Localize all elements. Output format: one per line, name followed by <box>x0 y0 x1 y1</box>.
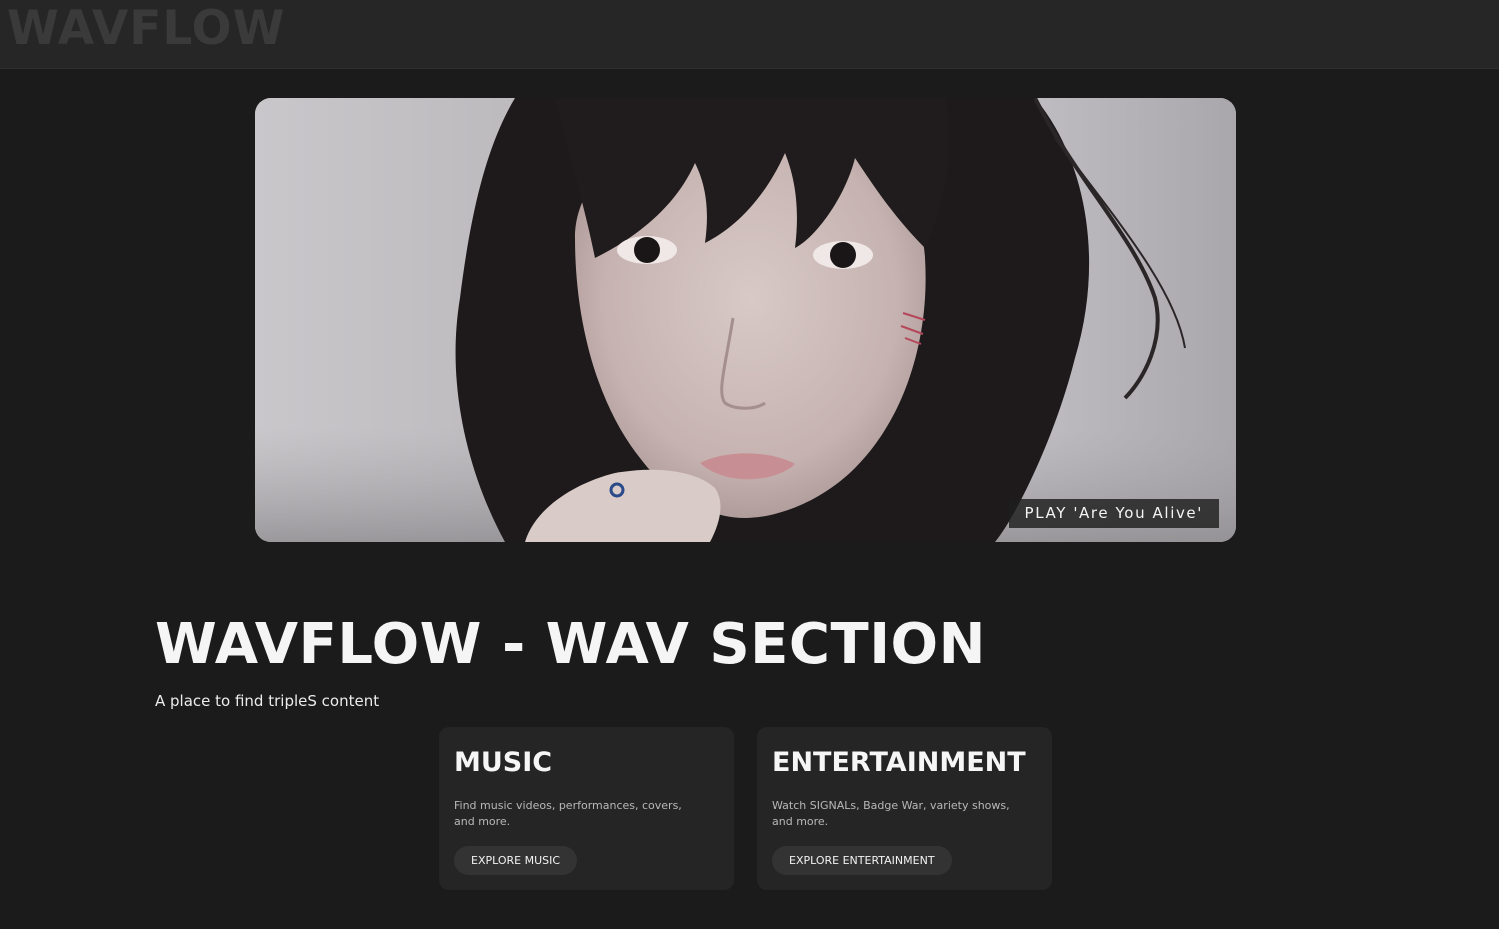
site-logo[interactable]: WAVFLOW <box>7 4 285 54</box>
entertainment-card-description: Watch SIGNALs, Badge War, variety shows,… <box>772 799 1010 828</box>
music-card: MUSIC Find music videos, performances, c… <box>439 727 734 890</box>
play-video-button[interactable]: PLAY 'Are You Alive' <box>1008 499 1219 528</box>
explore-music-button[interactable]: EXPLORE MUSIC <box>454 846 578 875</box>
hero-video-thumbnail[interactable]: PLAY 'Are You Alive' <box>255 98 1236 542</box>
page-title: WAVFLOW - WAV SECTION <box>155 612 987 677</box>
music-card-description: Find music videos, performances, covers,… <box>454 799 682 828</box>
entertainment-card-title: ENTERTAINMENT <box>772 747 1026 778</box>
top-navigation-bar: WAVFLOW <box>0 0 1499 69</box>
entertainment-card: ENTERTAINMENT Watch SIGNALs, Badge War, … <box>757 727 1052 890</box>
music-card-title: MUSIC <box>454 747 553 778</box>
page-subtitle: A place to find tripleS content <box>155 692 380 710</box>
video-thumbnail-image <box>255 98 1236 542</box>
explore-entertainment-button[interactable]: EXPLORE ENTERTAINMENT <box>772 846 952 875</box>
